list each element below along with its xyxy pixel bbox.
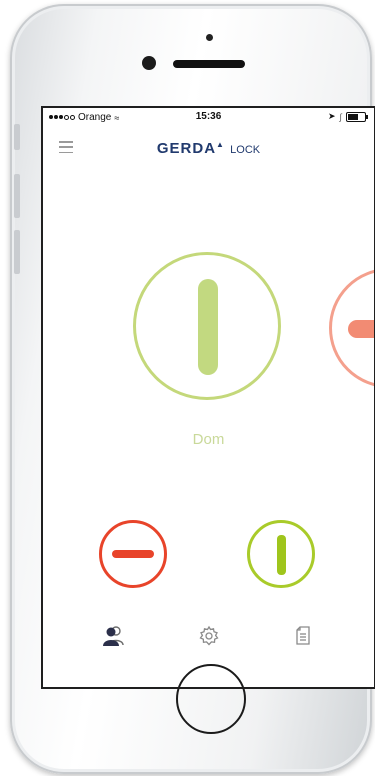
home-button[interactable] xyxy=(176,664,246,734)
status-right: ➤ ∫ xyxy=(327,111,368,122)
document-icon xyxy=(296,626,310,645)
app-header: GERDA▲ LOCK xyxy=(43,132,374,164)
unlock-vertical-bar-icon xyxy=(277,535,286,575)
tab-users[interactable] xyxy=(93,618,133,654)
tab-settings[interactable] xyxy=(189,618,229,654)
logo-suffix: LOCK xyxy=(230,144,261,156)
mute-switch xyxy=(14,124,20,150)
tab-documents[interactable] xyxy=(283,618,323,654)
lock-horizontal-bar-icon xyxy=(112,550,154,558)
users-icon xyxy=(103,626,124,646)
phone-frame: Orange ≈ 15:36 ➤ ∫ GERDA▲ LOCK Dom xyxy=(10,4,375,774)
lock-name-label: Dom xyxy=(192,431,225,448)
next-lock-preview[interactable] xyxy=(329,268,374,388)
proximity-sensor xyxy=(206,34,213,41)
logo-brand: GERDA xyxy=(156,140,217,157)
lock-button[interactable] xyxy=(99,520,167,588)
volume-down-button xyxy=(14,230,20,274)
status-time: 15:36 xyxy=(195,111,222,122)
gear-icon xyxy=(199,625,219,646)
app-screen: Orange ≈ 15:36 ➤ ∫ GERDA▲ LOCK Dom xyxy=(41,106,375,689)
status-bar: Orange ≈ 15:36 ➤ ∫ xyxy=(43,108,374,128)
unlock-button[interactable] xyxy=(247,520,315,588)
bottom-tab-bar xyxy=(43,618,374,658)
earpiece-speaker xyxy=(173,60,245,68)
locked-indicator-icon xyxy=(348,320,374,338)
battery-icon xyxy=(346,111,368,122)
unlocked-indicator-icon xyxy=(198,279,218,375)
bluetooth-icon: ∫ xyxy=(339,111,342,122)
volume-up-button xyxy=(14,174,20,218)
location-arrow-icon: ➤ xyxy=(327,111,336,121)
front-camera xyxy=(142,56,156,70)
main-lock-toggle[interactable] xyxy=(133,252,281,400)
app-logo: GERDA▲ LOCK xyxy=(156,140,261,157)
